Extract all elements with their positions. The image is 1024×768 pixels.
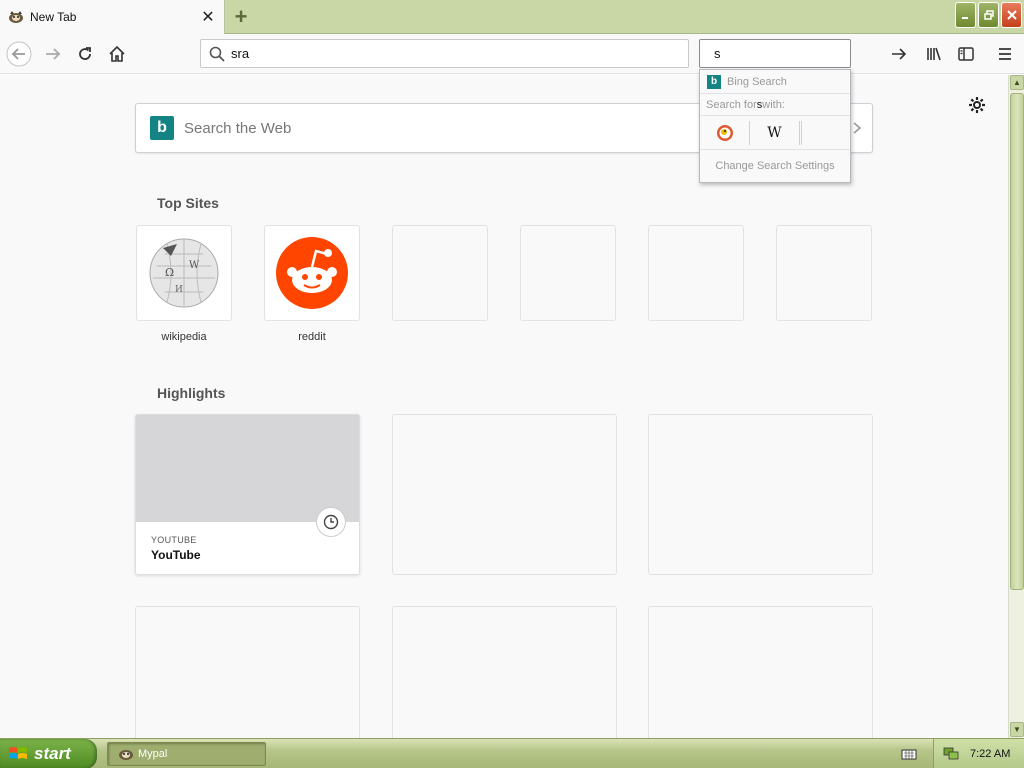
- restore-button[interactable]: [978, 2, 999, 28]
- highlight-card-empty: [392, 414, 617, 575]
- menu-button[interactable]: [990, 39, 1020, 69]
- home-icon: [109, 45, 125, 62]
- window-controls: [955, 2, 1022, 28]
- vertical-scrollbar[interactable]: ▲ ▼: [1008, 75, 1024, 738]
- system-tray: 7:22 AM: [933, 739, 1024, 768]
- highlight-card-empty: [392, 606, 617, 738]
- hamburger-menu-icon: [999, 48, 1011, 60]
- reload-button[interactable]: [70, 39, 100, 69]
- search-for-prefix: Search for: [706, 98, 757, 111]
- taskbar-item-mypal[interactable]: Mypal: [107, 742, 266, 766]
- url-bar[interactable]: [200, 39, 689, 68]
- highlight-card-empty: [135, 606, 360, 738]
- network-icon[interactable]: [942, 744, 960, 765]
- change-search-settings-button[interactable]: Change Search Settings: [700, 150, 850, 182]
- card-title: YouTube: [151, 548, 201, 562]
- highlight-card-empty: [648, 606, 873, 738]
- start-label: start: [34, 744, 71, 763]
- clock-icon: [316, 507, 346, 537]
- highlight-card-youtube[interactable]: YOUTUBE YouTube: [135, 414, 360, 575]
- reload-icon: [79, 47, 91, 60]
- highlights-title: Highlights: [157, 385, 226, 401]
- top-site-tile-empty: [648, 225, 744, 321]
- search-icon: [209, 46, 225, 62]
- chevron-right-icon: [853, 122, 862, 134]
- customize-gear-button[interactable]: [965, 93, 989, 117]
- current-engine-row: b Bing Search: [700, 70, 850, 94]
- library-icon: [927, 47, 941, 61]
- taskbar: start Mypal 7:22 AM: [0, 738, 1024, 768]
- reddit-alien-icon: [276, 237, 348, 309]
- tab-title: New Tab: [30, 10, 77, 24]
- search-go-button[interactable]: [890, 41, 908, 67]
- scroll-thumb[interactable]: [1010, 93, 1024, 590]
- top-site-tile-empty: [520, 225, 616, 321]
- card-thumbnail: [136, 415, 359, 522]
- minimize-button[interactable]: [955, 2, 976, 28]
- top-sites-title: Top Sites: [157, 195, 219, 211]
- search-bar[interactable]: [699, 39, 907, 68]
- mypal-raccoon-icon: [118, 747, 134, 761]
- top-site-tile-reddit[interactable]: [264, 225, 360, 321]
- back-button[interactable]: [4, 39, 34, 69]
- sidebar-button[interactable]: [951, 39, 981, 69]
- tab-strip: New Tab ✕ +: [0, 0, 1024, 34]
- top-site-tile-empty: [392, 225, 488, 321]
- svg-text:И: И: [175, 285, 183, 295]
- scroll-up-arrow[interactable]: ▲: [1010, 75, 1024, 90]
- search-input[interactable]: [714, 46, 890, 61]
- home-button[interactable]: [102, 39, 132, 69]
- new-tab-button[interactable]: +: [228, 4, 254, 30]
- wikipedia-w-icon: W: [767, 124, 782, 141]
- gear-icon: [969, 97, 985, 113]
- top-site-label: reddit: [298, 331, 326, 343]
- forward-button[interactable]: [38, 39, 68, 69]
- duckduckgo-engine-button[interactable]: [700, 120, 750, 145]
- search-for-label: Search for s with:: [700, 94, 850, 116]
- sidebar-icon: [958, 47, 974, 61]
- forward-arrow-icon: [46, 48, 61, 60]
- svg-text:Ω: Ω: [165, 266, 174, 279]
- start-button[interactable]: start: [0, 739, 97, 768]
- arrow-right-icon: [892, 47, 907, 60]
- top-site-label: wikipedia: [161, 331, 207, 343]
- new-tab-page: b Top Sites Ω W И wikipedia: [0, 75, 1008, 738]
- url-input[interactable]: [231, 46, 688, 61]
- library-button[interactable]: [919, 39, 949, 69]
- wikipedia-engine-button[interactable]: W: [750, 120, 800, 145]
- top-site-tile-empty: [776, 225, 872, 321]
- engine-label: Bing Search: [727, 75, 787, 88]
- top-site-tile-wikipedia[interactable]: Ω W И: [136, 225, 232, 321]
- svg-text:W: W: [189, 260, 200, 271]
- keyboard-icon[interactable]: [899, 744, 919, 764]
- taskbar-item-label: Mypal: [138, 748, 168, 760]
- scroll-down-arrow[interactable]: ▼: [1010, 722, 1024, 737]
- duckduckgo-icon: [716, 124, 733, 141]
- card-source: YOUTUBE: [151, 535, 197, 545]
- bing-logo-icon: b: [150, 116, 174, 140]
- windows-flag-icon: [9, 747, 27, 759]
- bing-logo-icon: b: [707, 74, 721, 89]
- wikipedia-globe-icon: Ω W И: [149, 238, 219, 308]
- engine-divider: [800, 120, 802, 145]
- close-icon[interactable]: ✕: [198, 7, 218, 27]
- highlight-card-empty: [648, 414, 873, 575]
- mypal-raccoon-icon: [8, 9, 24, 25]
- search-suggestions-dropdown: b Bing Search Search for s with: W Chang…: [699, 69, 851, 183]
- navigation-toolbar: [0, 34, 1024, 74]
- clock: 7:22 AM: [970, 748, 1011, 760]
- one-off-engines-row: W: [700, 116, 850, 150]
- search-for-suffix: with:: [762, 98, 785, 111]
- back-arrow-icon: [6, 41, 32, 67]
- tab-new-tab[interactable]: New Tab ✕: [0, 0, 225, 34]
- close-window-button[interactable]: [1001, 2, 1022, 28]
